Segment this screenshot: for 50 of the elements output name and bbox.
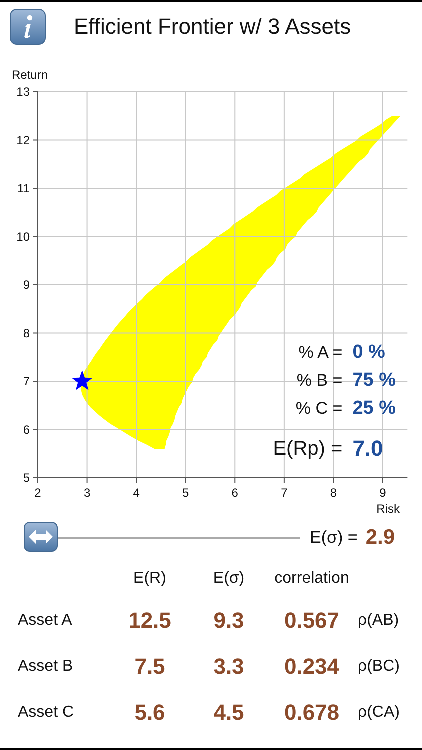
return-label: E(Rp) = xyxy=(273,438,343,460)
risk-label: E(σ) = xyxy=(310,528,358,548)
table-cell-text: 5.6 xyxy=(134,700,166,726)
table-cell-text: 0.567 xyxy=(283,608,341,634)
table-cell-text: 7.5 xyxy=(134,654,166,680)
weight-value: 25 % xyxy=(352,398,396,420)
table-cell-text: 9.3 xyxy=(212,608,246,634)
asset-name: Asset C xyxy=(17,703,76,723)
info-button[interactable] xyxy=(10,9,46,45)
y-tick-label: 12 xyxy=(16,133,30,148)
weight-value: 75 % xyxy=(352,370,396,392)
y-tick-label: 6 xyxy=(23,422,30,437)
slider-thumb[interactable] xyxy=(24,522,58,552)
y-tick-label: 11 xyxy=(18,182,30,196)
pair-label: ρ(CA) xyxy=(357,704,401,722)
asset-name: Asset A xyxy=(17,611,74,631)
table-cell-text: 12.5 xyxy=(128,608,172,634)
x-tick-label: 7 xyxy=(281,486,288,500)
column-header: E(σ) xyxy=(212,570,246,589)
pair-label: ρ(BC) xyxy=(357,658,401,676)
x-tick-label: 2 xyxy=(34,486,42,500)
x-tick-label: 9 xyxy=(380,486,386,500)
x-axis-title: Risk xyxy=(376,502,400,516)
y-tick-label: 13 xyxy=(16,85,30,99)
column-header: E(R) xyxy=(132,570,168,589)
weight-value: 0 % xyxy=(352,342,386,364)
risk-value: 2.9 xyxy=(366,526,396,550)
y-tick-label: 7 xyxy=(23,374,30,388)
y-tick-label: 9 xyxy=(23,278,30,292)
x-tick-label: 4 xyxy=(133,486,140,500)
table-cell-text: 0.234 xyxy=(283,654,341,680)
x-tick-label: 5 xyxy=(182,486,190,500)
y-tick-label: 10 xyxy=(16,230,30,244)
y-axis-title: Return xyxy=(12,68,48,82)
weight-label: % B = xyxy=(296,371,343,391)
return-value: 7.0 xyxy=(352,436,384,462)
x-tick-label: 3 xyxy=(84,486,91,500)
weight-label: % A = xyxy=(298,343,343,363)
asset-name: Asset B xyxy=(17,657,74,677)
y-tick-label: 8 xyxy=(23,326,30,340)
x-tick-label: 6 xyxy=(232,486,238,500)
column-header: correlation xyxy=(274,570,350,589)
x-tick-label: 8 xyxy=(330,486,338,500)
table-cell-text: 0.678 xyxy=(283,700,341,726)
table-cell-text: 3.3 xyxy=(212,654,246,680)
pair-label: ρ(AB) xyxy=(357,612,400,630)
app-title: Efficient Frontier w/ 3 Assets xyxy=(74,14,352,40)
weight-label: % C = xyxy=(294,399,343,419)
table-cell-text: 4.5 xyxy=(212,700,246,726)
y-tick-label: 5 xyxy=(23,471,30,485)
